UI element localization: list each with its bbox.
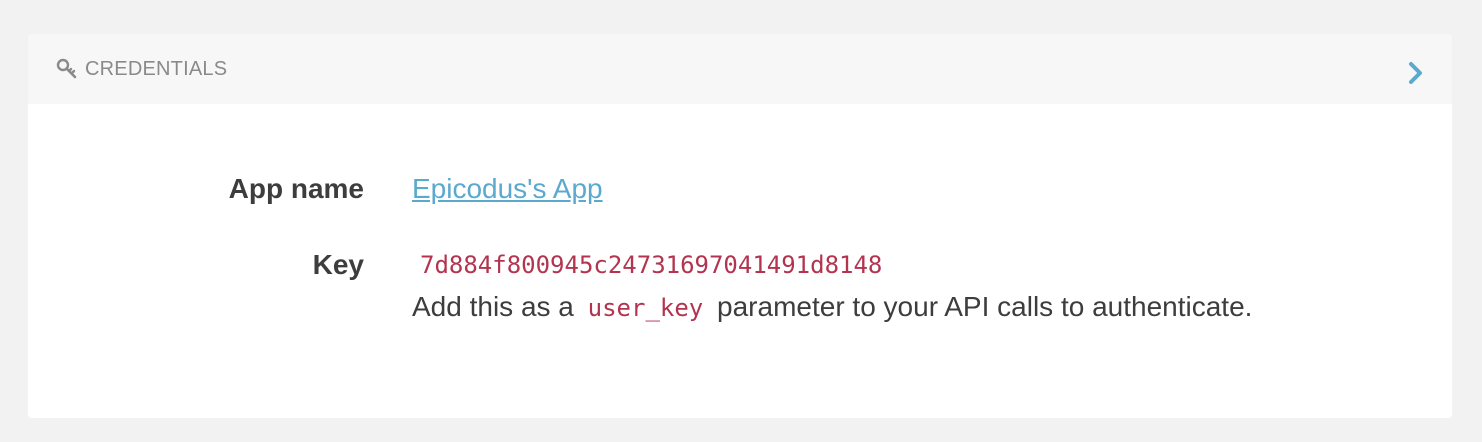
user-key-code: user_key <box>587 294 704 322</box>
key-help-text: Add this as a user_key parameter to your… <box>412 288 1252 327</box>
key-label: Key <box>312 249 364 280</box>
key-icon <box>56 58 77 79</box>
credentials-panel: CREDENTIALS App name Epicodus's App Key … <box>28 34 1452 418</box>
credentials-title: CREDENTIALS <box>85 58 228 80</box>
app-name-label: App name <box>228 173 364 204</box>
api-key-value[interactable]: 7d884f800945c24731697041491d8148 <box>420 246 882 284</box>
chevron-right-icon[interactable] <box>1408 61 1424 85</box>
app-name-link[interactable]: Epicodus's App <box>412 173 603 204</box>
key-help-suffix: parameter to your API calls to authentic… <box>717 291 1253 322</box>
credentials-header[interactable]: CREDENTIALS <box>28 34 1452 104</box>
key-help-prefix: Add this as a <box>412 291 574 322</box>
